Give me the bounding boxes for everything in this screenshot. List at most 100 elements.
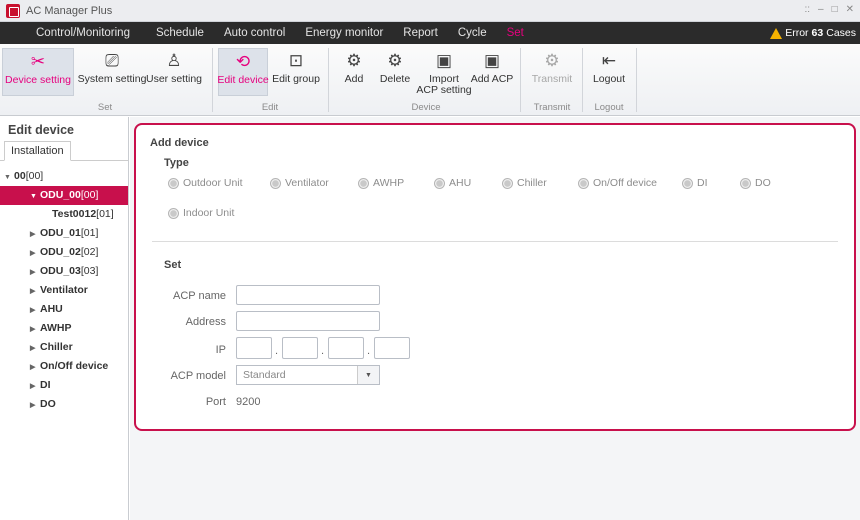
ip-octet-3-input[interactable] <box>328 337 364 359</box>
group-label-set: Set <box>97 102 113 113</box>
add-acp-button[interactable]: ▣ Add ACP <box>471 48 514 96</box>
menu-control-monitoring[interactable]: Control/Monitoring <box>0 22 146 44</box>
maximize-icon[interactable]: □ <box>832 4 838 15</box>
expand-triangle-icon[interactable]: ▶ <box>30 244 40 263</box>
group-label-edit: Edit <box>261 102 279 113</box>
tree-node-do[interactable]: ▶ DO <box>0 395 128 414</box>
transmit-button[interactable]: ⚙ Transmit <box>528 48 576 96</box>
import-acp-setting-button[interactable]: ▣ Import ACP setting <box>416 48 471 96</box>
expand-triangle-icon[interactable]: ▶ <box>30 377 40 396</box>
title-bar: AC Manager Plus :: – □ ✕ <box>0 0 860 22</box>
expand-triangle-icon[interactable]: ▶ <box>30 320 40 339</box>
address-input[interactable] <box>236 311 380 331</box>
ip-dot: . <box>367 345 371 357</box>
error-status[interactable]: Error 63 Cases <box>770 25 856 41</box>
error-count: 63 <box>811 27 824 39</box>
ip-octet-4-input[interactable] <box>374 337 410 359</box>
edit-device-icon: ⟲ <box>235 52 251 71</box>
error-label: Error <box>785 27 809 39</box>
tree-node-odu-03[interactable]: ▶ ODU_03[03] <box>0 262 128 281</box>
radio-outdoor-unit[interactable]: Outdoor Unit <box>168 177 243 189</box>
transmit-gear-icon: ⚙ <box>544 51 560 70</box>
expand-triangle-icon[interactable]: ▶ <box>30 263 40 282</box>
user-setting-button[interactable]: ♙ User setting <box>146 48 202 96</box>
set-title: Set <box>164 259 182 271</box>
acp-name-input[interactable] <box>236 285 380 305</box>
expand-triangle-icon[interactable]: ▶ <box>30 339 40 358</box>
type-label: Type <box>164 157 189 169</box>
menu-bar: Control/Monitoring Schedule Auto control… <box>0 22 860 44</box>
port-label: Port <box>205 396 226 408</box>
close-icon[interactable]: ✕ <box>846 4 854 15</box>
radio-dot-icon <box>434 177 445 189</box>
radio-ventilator[interactable]: Ventilator <box>270 177 329 189</box>
expand-triangle-icon[interactable]: ▶ <box>30 358 40 377</box>
tree-node-awhp[interactable]: ▶ AWHP <box>0 319 128 338</box>
menu-set[interactable]: Set <box>497 22 534 44</box>
radio-ahu[interactable]: AHU <box>434 177 471 189</box>
delete-gear-icon: ⚙ <box>387 51 403 70</box>
tab-installation[interactable]: Installation <box>4 141 71 161</box>
minimize-icon[interactable]: – <box>818 4 824 15</box>
acp-model-select[interactable]: Standard ▼ <box>236 365 380 385</box>
logout-icon: ⇤ <box>601 51 617 70</box>
expand-triangle-icon[interactable]: ▶ <box>30 301 40 320</box>
collapse-triangle-icon[interactable]: ▼ <box>30 187 40 206</box>
radio-onoff-device[interactable]: On/Off device <box>578 177 657 189</box>
tree-node-ventilator[interactable]: ▶ Ventilator <box>0 281 128 300</box>
import-acp-icon: ▣ <box>435 51 453 70</box>
menu-schedule[interactable]: Schedule <box>146 22 214 44</box>
tools-icon: ✂ <box>30 52 46 71</box>
group-separator <box>582 48 583 112</box>
add-button[interactable]: ⚙ Add <box>338 48 370 96</box>
section-divider <box>152 241 838 242</box>
collapse-triangle-icon[interactable]: ▼ <box>4 168 14 187</box>
tree-node-odu-00[interactable]: ▼ ODU_00[00] <box>0 186 128 205</box>
ip-dot: . <box>275 345 279 357</box>
expand-triangle-icon[interactable]: ▶ <box>30 396 40 415</box>
tree-node-00[interactable]: ▼ 00[00] <box>0 167 128 186</box>
dropdown-arrow-icon[interactable]: ▼ <box>357 366 379 384</box>
radio-indoor-unit[interactable]: Indoor Unit <box>168 207 234 219</box>
radio-dot-icon <box>502 177 513 189</box>
system-setting-button[interactable]: ⎚ System setting <box>78 48 147 96</box>
radio-dot-icon <box>168 207 179 219</box>
tree-node-onoff-device[interactable]: ▶ On/Off device <box>0 357 128 376</box>
tree-node-odu-01[interactable]: ▶ ODU_01[01] <box>0 224 128 243</box>
window-controls: :: – □ ✕ <box>804 4 854 15</box>
device-setting-button[interactable]: ✂ Device setting <box>2 48 74 96</box>
menu-cycle[interactable]: Cycle <box>448 22 497 44</box>
group-label-transmit: Transmit <box>533 102 571 113</box>
menu-auto-control[interactable]: Auto control <box>214 22 295 44</box>
group-separator <box>636 48 637 112</box>
edit-device-button[interactable]: ⟲ Edit device <box>217 48 269 96</box>
radio-dot-icon <box>740 177 751 189</box>
logout-button[interactable]: ⇤ Logout <box>588 48 630 96</box>
restore-icon[interactable]: :: <box>804 4 810 15</box>
expand-triangle-icon[interactable]: ▶ <box>30 282 40 301</box>
panel-tab-row: Installation <box>0 141 128 161</box>
menu-report[interactable]: Report <box>393 22 448 44</box>
group-separator <box>212 48 213 112</box>
tree-node-odu-02[interactable]: ▶ ODU_02[02] <box>0 243 128 262</box>
group-separator <box>520 48 521 112</box>
tree-node-di[interactable]: ▶ DI <box>0 376 128 395</box>
tree-node-test0012[interactable]: Test0012[01] <box>0 205 128 224</box>
radio-chiller[interactable]: Chiller <box>502 177 547 189</box>
radio-do[interactable]: DO <box>740 177 771 189</box>
menu-energy-monitor[interactable]: Energy monitor <box>295 22 393 44</box>
group-label-device: Device <box>411 102 441 113</box>
tree-node-ahu[interactable]: ▶ AHU <box>0 300 128 319</box>
edit-group-button[interactable]: ⊡ Edit group <box>272 48 320 96</box>
delete-button[interactable]: ⚙ Delete <box>376 48 414 96</box>
ip-octet-2-input[interactable] <box>282 337 318 359</box>
add-device-title: Add device <box>150 137 209 149</box>
acp-name-label: ACP name <box>173 290 226 302</box>
warning-icon <box>770 27 783 39</box>
acp-model-label: ACP model <box>170 370 226 382</box>
tree-node-chiller[interactable]: ▶ Chiller <box>0 338 128 357</box>
expand-triangle-icon[interactable]: ▶ <box>30 225 40 244</box>
radio-awhp[interactable]: AWHP <box>358 177 404 189</box>
radio-di[interactable]: DI <box>682 177 708 189</box>
ip-octet-1-input[interactable] <box>236 337 272 359</box>
